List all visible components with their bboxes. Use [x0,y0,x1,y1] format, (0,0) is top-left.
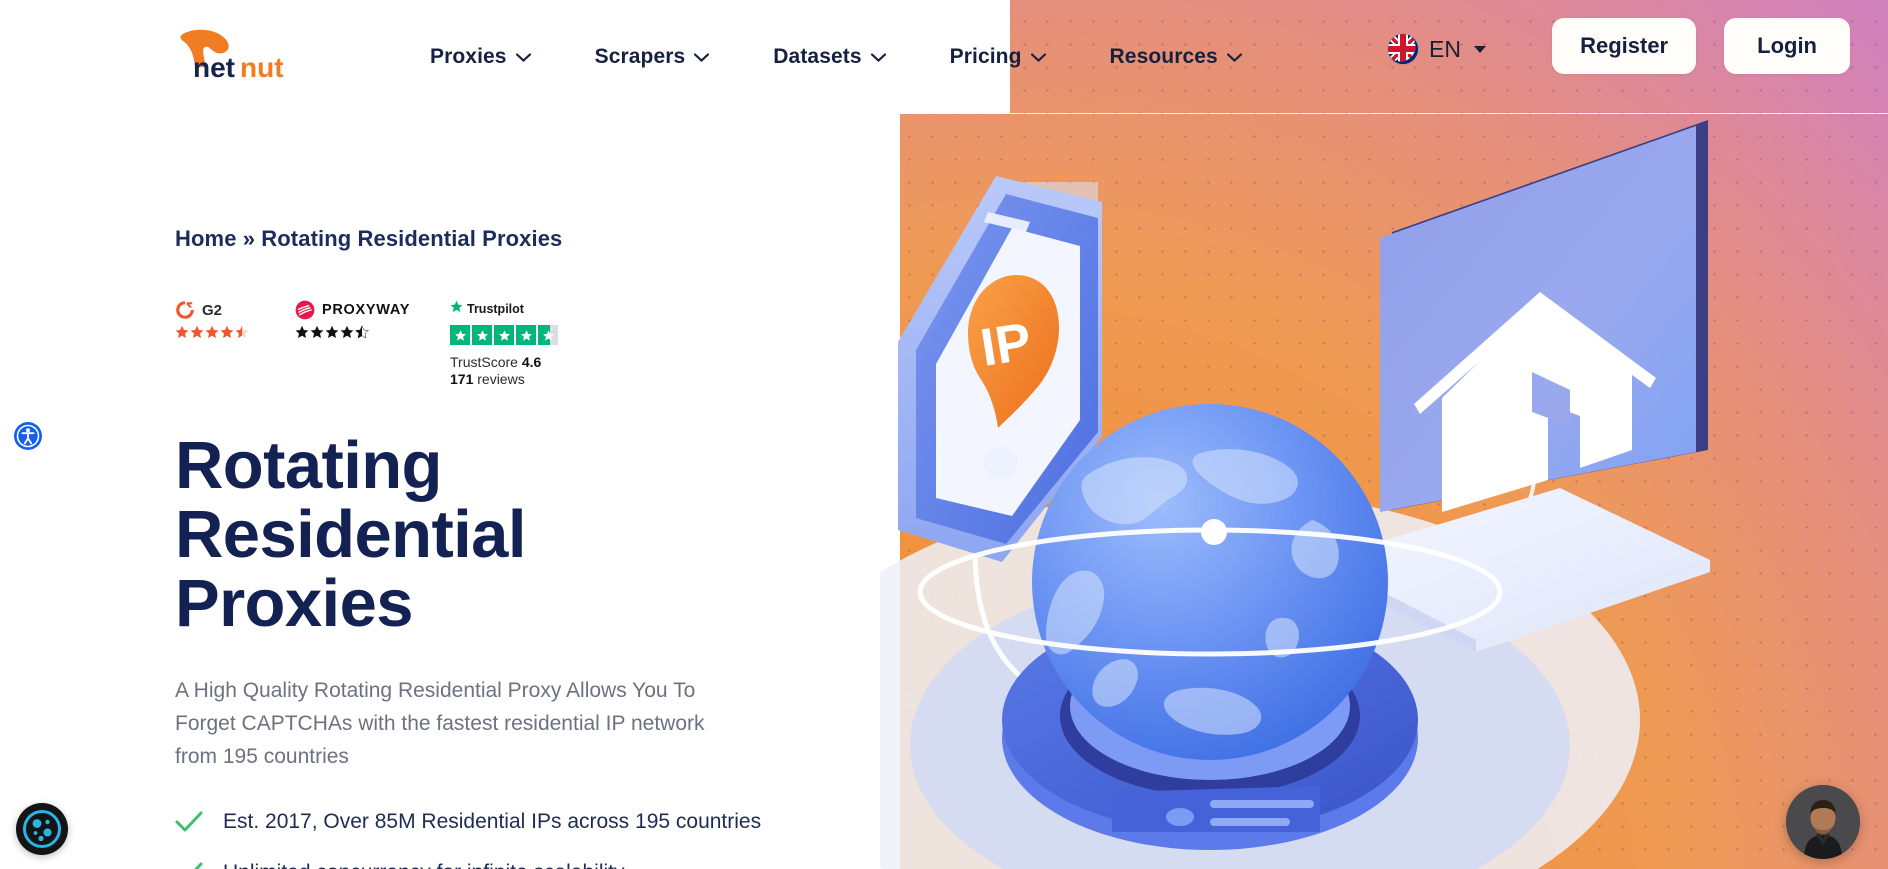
feature-label: Est. 2017, Over 85M Residential IPs acro… [223,809,762,833]
chevron-down-icon [515,52,531,62]
check-icon [175,811,203,833]
nav-item-scrapers[interactable]: Scrapers [563,45,742,69]
nav-item-label: Pricing [949,45,1022,68]
main-navigation: Proxies Scrapers Datasets Pricing Resour… [398,0,1274,114]
star-box-half [538,325,558,345]
feature-list: Est. 2017, Over 85M Residential IPs acro… [175,810,895,869]
uk-flag-icon [1388,34,1419,64]
trustpilot-reviews: 171 reviews [450,371,580,387]
feature-item: Est. 2017, Over 85M Residential IPs acro… [175,810,895,834]
trustpilot-star-icon [450,300,463,318]
trustpilot-badge[interactable]: Trustpilot TrustScore 4.6 171 reviews [450,300,580,387]
star-box [450,325,470,345]
hero-illustration: IP [880,120,1888,869]
proxyway-badge[interactable]: PROXYWAY [295,300,450,339]
check-icon [175,862,203,869]
chevron-down-icon [1030,52,1046,62]
auth-buttons: Register Login [1552,18,1850,74]
cookie-consent-icon[interactable] [16,803,68,855]
feature-item: Unlimited concurrency for infinite scala… [175,861,895,869]
star-box [472,325,492,345]
star-box [494,325,514,345]
nav-item-label: Datasets [773,45,862,68]
trustscore-value: 4.6 [521,354,542,370]
g2-badge[interactable]: G2 [175,300,295,339]
star-box [516,325,536,345]
proxyway-stars [295,325,450,339]
svg-text:net: net [193,52,235,83]
netnut-logo[interactable]: net nut [175,27,295,85]
proxyway-label: PROXYWAY [322,302,411,318]
svg-text:IP: IP [977,312,1036,378]
reviews-label: reviews [477,371,525,387]
hero-description: A High Quality Rotating Residential Prox… [175,679,705,769]
nav-item-datasets[interactable]: Datasets [741,45,917,69]
page-root: IP net nut Proxies Scrapers Datasets Pri… [0,0,1888,869]
proxyway-logo-icon [295,300,315,320]
g2-stars [175,325,295,339]
trustpilot-stars [450,325,580,345]
chevron-down-icon [870,52,886,62]
reviews-count: 171 [450,371,474,387]
language-selector[interactable]: EN [1388,34,1486,64]
feature-label: Unlimited concurrency for infinite scala… [223,861,625,869]
register-button[interactable]: Register [1552,18,1697,74]
rating-badges: G2 PROXYWAY Trustpilot TrustScore 4.6 17… [175,300,895,387]
breadcrumb[interactable]: Home » Rotating Residential Proxies [175,226,895,252]
caret-down-icon [1474,45,1486,53]
site-header: net nut Proxies Scrapers Datasets Pricin… [0,0,1888,114]
g2-logo-icon [175,300,195,320]
g2-label: G2 [202,301,223,319]
trustscore-label: TrustScore [450,354,518,370]
nav-item-label: Resources [1109,45,1218,68]
trustpilot-score: TrustScore 4.6 [450,354,580,370]
login-button[interactable]: Login [1724,18,1850,74]
nav-item-proxies[interactable]: Proxies [398,45,563,69]
chevron-down-icon [694,52,710,62]
svg-text:nut: nut [240,52,284,83]
hero-content: Home » Rotating Residential Proxies G2 P… [175,150,895,869]
support-agent-avatar[interactable] [1786,785,1860,859]
chevron-down-icon [1226,52,1242,62]
trustpilot-label: Trustpilot [467,302,524,316]
nav-item-resources[interactable]: Resources [1078,45,1274,69]
accessibility-icon[interactable] [13,421,43,451]
nav-item-label: Proxies [430,45,507,68]
page-title: Rotating Residential Proxies [175,428,526,641]
nav-item-pricing[interactable]: Pricing [918,45,1078,69]
language-code: EN [1429,35,1461,62]
nav-item-label: Scrapers [594,45,686,68]
